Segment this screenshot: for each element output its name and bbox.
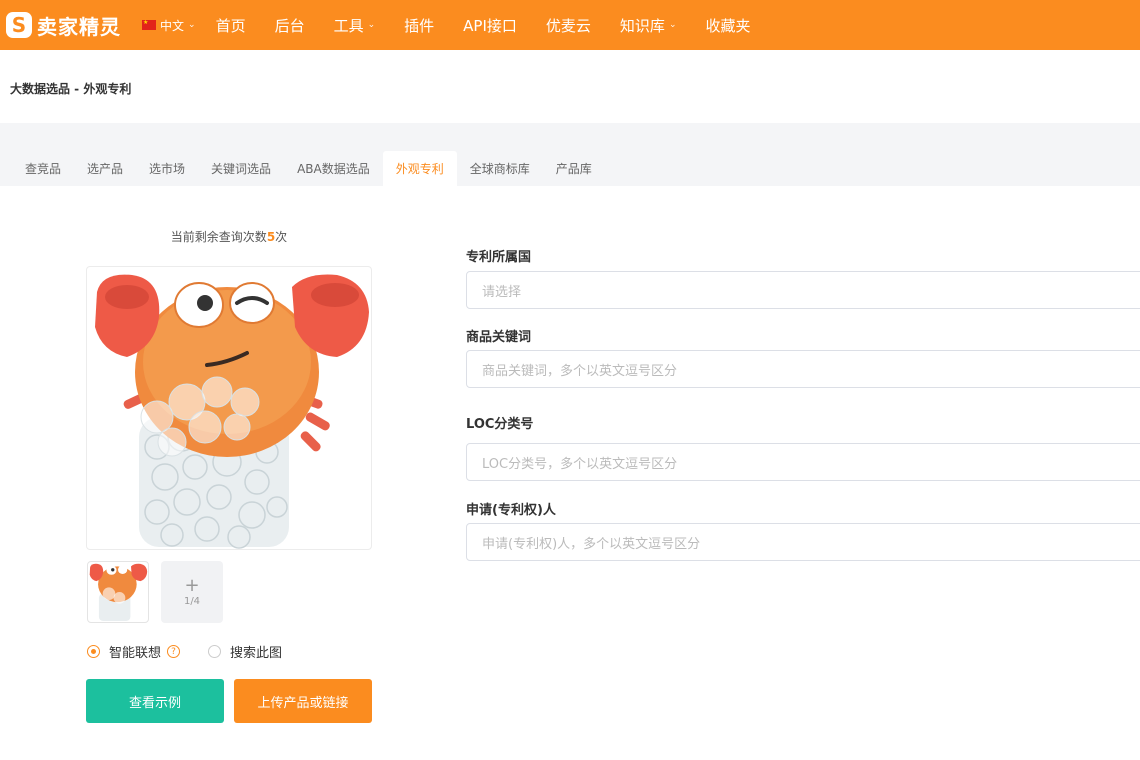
country-label: 专利所属国 xyxy=(466,250,532,265)
tab-bar: 查竞品 选产品 选市场 关键词选品 ABA数据选品 外观专利 全球商标库 产品库 xyxy=(12,151,605,186)
nav-knowledge[interactable]: 知识库 ⌄ xyxy=(620,15,677,36)
language-label: 中文 xyxy=(160,18,185,33)
thumbnail-1[interactable] xyxy=(87,561,149,623)
upload-product-button[interactable]: 上传产品或链接 xyxy=(234,679,372,723)
remaining-count: 5 xyxy=(266,230,276,244)
language-selector[interactable]: 中文 ⌄ xyxy=(142,17,196,34)
product-image-preview[interactable] xyxy=(86,266,372,550)
brand-name: 卖家精灵 xyxy=(37,14,121,39)
applicant-label: 申请(专利权)人 xyxy=(466,503,556,518)
chevron-down-icon: ⌄ xyxy=(367,20,376,30)
nav-favorites[interactable]: 收藏夹 xyxy=(705,15,750,36)
radio-search-image[interactable]: 搜索此图 xyxy=(208,642,282,661)
brand-logo[interactable]: S 卖家精灵 xyxy=(6,11,134,40)
view-example-button[interactable]: 查看示例 xyxy=(86,679,224,723)
tab-trademark[interactable]: 全球商标库 xyxy=(457,151,543,186)
crab-toy-image xyxy=(95,274,369,549)
nav-tools[interactable]: 工具 ⌄ xyxy=(334,15,376,36)
country-select[interactable]: 请选择 xyxy=(466,271,1140,309)
nav-dashboard[interactable]: 后台 xyxy=(275,15,305,36)
tab-keyword[interactable]: 关键词选品 xyxy=(198,151,284,186)
nav-home[interactable]: 首页 xyxy=(216,15,246,36)
loc-input[interactable]: LOC分类号，多个以英文逗号区分 xyxy=(466,443,1140,481)
tab-competitor[interactable]: 查竞品 xyxy=(12,151,74,186)
search-mode-group: 智能联想 ? 搜索此图 xyxy=(87,642,310,661)
nav-plugins[interactable]: 插件 xyxy=(404,15,434,36)
top-navbar: S 卖家精灵 中文 ⌄ 首页 后台 工具⌄ 插件 API接口 优麦云 知识库⌄ … xyxy=(0,0,1140,50)
tab-product-library[interactable]: 产品库 xyxy=(543,151,605,186)
radio-checked-icon xyxy=(87,645,100,658)
chevron-down-icon: ⌄ xyxy=(188,20,196,30)
tab-aba[interactable]: ABA数据选品 xyxy=(284,151,383,186)
china-flag-icon xyxy=(142,19,156,30)
nav-api[interactable]: API接口 xyxy=(463,15,517,36)
image-count: 1/4 xyxy=(183,595,201,607)
tab-design-patent[interactable]: 外观专利 xyxy=(382,151,457,186)
logo-icon: S xyxy=(6,12,32,38)
applicant-input[interactable]: 申请(专利权)人，多个以英文逗号区分 xyxy=(466,523,1140,561)
tab-products[interactable]: 选产品 xyxy=(74,151,136,186)
nav-youmaiyun[interactable]: 优麦云 xyxy=(546,15,591,36)
help-icon[interactable]: ? xyxy=(167,645,181,658)
loc-label: LOC分类号 xyxy=(466,417,534,432)
main-nav: 首页 后台 工具 ⌄ 插件 API接口 优麦云 知识库 ⌄ 收藏夹 xyxy=(216,15,780,36)
plus-icon: + xyxy=(184,574,200,596)
radio-unchecked-icon xyxy=(208,645,222,658)
add-image-button[interactable]: + 1/4 xyxy=(161,561,223,623)
remaining-queries: 当前剩余查询次数5次 xyxy=(170,230,288,244)
tab-market[interactable]: 选市场 xyxy=(136,151,198,186)
keyword-input[interactable]: 商品关键词，多个以英文逗号区分 xyxy=(466,350,1140,388)
crab-thumbnail-icon xyxy=(89,563,148,621)
chevron-down-icon: ⌄ xyxy=(668,20,677,30)
breadcrumb: 大数据选品 - 外观专利 xyxy=(10,82,132,96)
keyword-label: 商品关键词 xyxy=(466,330,532,345)
radio-smart-association[interactable]: 智能联想 ? xyxy=(87,642,181,661)
